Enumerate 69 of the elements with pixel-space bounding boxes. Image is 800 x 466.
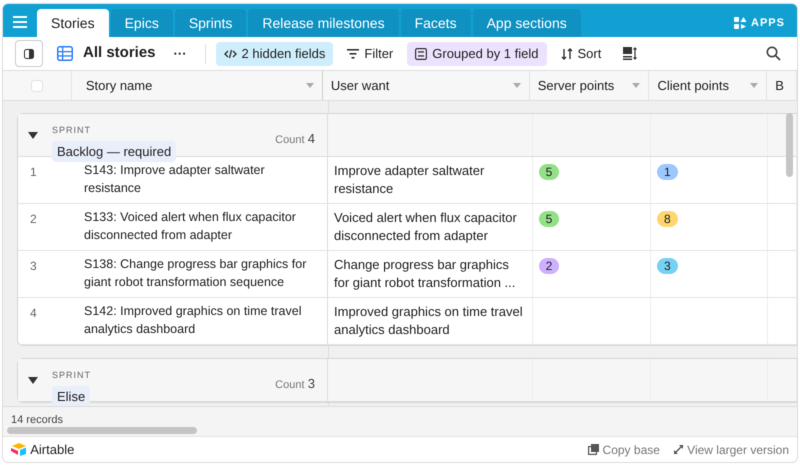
count-label: Count (275, 133, 305, 148)
tab[interactable]: Sprints (174, 9, 246, 37)
horizontal-scrollbar[interactable] (7, 427, 197, 434)
story-name: S138: Change progress bar graphics for giant robot transformation sequence (83, 256, 308, 291)
group-field-label: SPRINT (52, 124, 92, 136)
collapse-caret-icon[interactable] (28, 377, 38, 384)
tab[interactable]: Stories (37, 9, 109, 37)
count-value: 4 (308, 130, 315, 148)
sort-button[interactable]: Sort (552, 42, 610, 66)
column-header[interactable]: User want (330, 76, 390, 96)
menu-icon[interactable] (13, 16, 27, 28)
row-height-icon (623, 47, 638, 60)
group-button[interactable]: Grouped by 1 field (407, 42, 546, 66)
row-number: 4 (29, 305, 38, 322)
column-header[interactable]: Story name (86, 76, 152, 96)
column-header[interactable]: Server points (538, 76, 614, 96)
column-header[interactable]: B (775, 76, 784, 96)
points-tag: 2 (538, 258, 560, 274)
tab[interactable]: Facets (400, 9, 471, 37)
group-field-label: SPRINT (52, 369, 92, 381)
group-name: Elise (52, 386, 90, 406)
tab[interactable]: Release milestones (248, 9, 399, 37)
copy-base-link[interactable]: Copy base (588, 440, 660, 458)
user-want-text: Change progress bar graphics for giant robot transformation ... (334, 256, 516, 291)
user-want-text: Improved graphics on time travel analytics dashboard (334, 303, 524, 338)
copy-icon (588, 444, 600, 455)
sidebar-toggle-button[interactable] (15, 40, 43, 67)
collapse-caret-icon[interactable] (28, 132, 38, 139)
grid-view-icon (57, 46, 73, 61)
select-all-checkbox[interactable] (30, 80, 43, 92)
points-tag: 5 (538, 164, 560, 180)
more-button[interactable]: ··· (166, 42, 195, 66)
expand-icon (672, 444, 684, 455)
count-label: Count (275, 378, 305, 393)
row-number: 2 (29, 211, 38, 228)
user-want-text: Improve adapter saltwater resistance (334, 162, 486, 197)
hide-icon (224, 48, 237, 58)
brand-logo-icon[interactable] (11, 443, 27, 456)
column-header[interactable]: Client points (657, 76, 730, 96)
filter-button[interactable]: Filter (339, 42, 402, 66)
brand-name[interactable]: Airtable (30, 440, 74, 460)
group-icon (415, 48, 428, 60)
hidden-fields-button[interactable]: 2 hidden fields (216, 42, 334, 66)
view-name[interactable]: All stories (79, 42, 160, 66)
tab[interactable]: Epics (110, 9, 173, 37)
row-number: 1 (29, 164, 38, 181)
row-number: 3 (29, 258, 38, 275)
record-count: 14 records (11, 413, 63, 428)
group-name: Backlog — required (52, 140, 176, 162)
points-tag: 5 (538, 211, 560, 227)
vertical-scrollbar[interactable] (786, 113, 793, 177)
sidebar-icon (24, 48, 34, 58)
dropdown-caret-icon[interactable] (306, 83, 314, 88)
dropdown-caret-icon[interactable] (512, 83, 521, 88)
points-tag: 3 (657, 258, 678, 274)
points-tag: 1 (657, 164, 678, 180)
tab[interactable]: App sections (472, 9, 581, 37)
story-name: S133: Voiced alert when flux capacitor disconnected from adapter (83, 209, 297, 244)
points-tag: 8 (657, 211, 678, 227)
sort-icon (560, 48, 572, 60)
dropdown-caret-icon[interactable] (750, 83, 758, 88)
filter-icon (347, 48, 360, 58)
story-name: S142: Improved graphics on time travel analytics dashboard (83, 303, 302, 338)
view-larger-link[interactable]: View larger version (672, 440, 789, 458)
apps-icon[interactable] (734, 17, 748, 29)
user-want-text: Voiced alert when flux capacitor disconnected from adapter (334, 209, 518, 244)
story-name: S143: Improve adapter saltwater resistance (83, 162, 266, 196)
count-value: 3 (308, 375, 315, 393)
dropdown-caret-icon[interactable] (632, 83, 640, 88)
